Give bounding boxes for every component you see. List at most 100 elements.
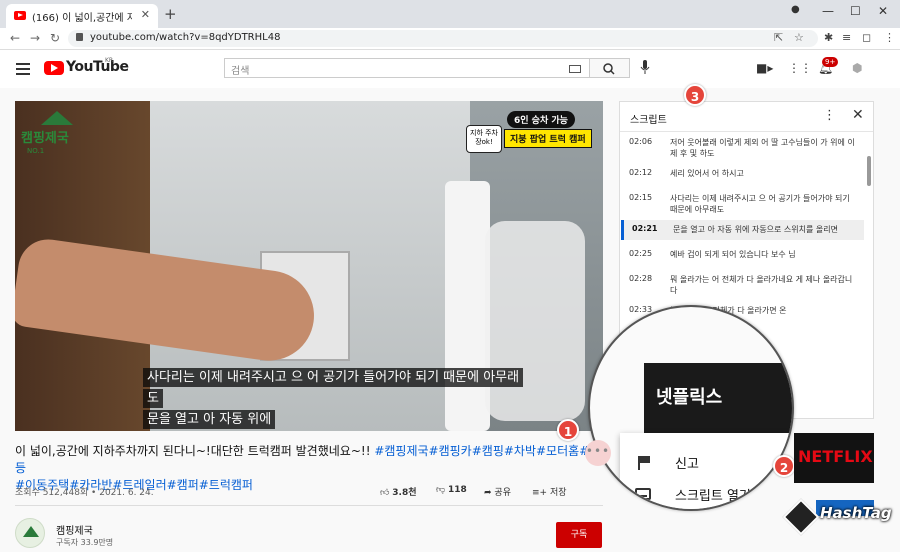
forward-button[interactable]: →	[30, 31, 40, 45]
segment-timestamp: 02:06	[629, 137, 653, 146]
segment-timestamp: 02:21	[632, 224, 658, 233]
close-window-button[interactable]: ✕	[878, 4, 888, 18]
subtitle-line: 문을 열고 아 자동 위에	[143, 410, 276, 429]
youtube-favicon-icon	[14, 11, 26, 20]
segment-text: 저어 웃어볼래 이렇게 제외 어 딸 고수님들이 가 위에 이제 후 및 하도	[670, 138, 855, 158]
callout-2: 2	[773, 455, 795, 477]
popup-camper-tag: 지붕 팝업 트럭 캠퍼	[504, 129, 592, 148]
channel-name[interactable]: 캠핑제국	[56, 522, 93, 537]
notification-count-badge: 9+	[822, 57, 839, 67]
transcript-title: 스크립트	[630, 115, 667, 126]
capacity-tag: 6인 승차 가능	[507, 111, 575, 128]
profile-dropdown-icon[interactable]: ●	[791, 4, 800, 15]
browser-tab[interactable]: (166) 이 넓이,공간에 지하주 ✕	[6, 4, 158, 28]
menu-item-open-transcript[interactable]: 스크립트 열기	[620, 479, 792, 509]
youtube-region-label: KR	[105, 57, 114, 64]
search-icon	[603, 63, 615, 75]
account-avatar-icon[interactable]: ⬢	[852, 61, 862, 75]
flag-icon	[638, 456, 650, 470]
segment-text: 예바 겁이 되게 되어 있습니다 보수 님	[670, 250, 796, 259]
bookmark-star-icon[interactable]: ☆	[794, 31, 804, 44]
tab-close-icon[interactable]: ✕	[141, 8, 150, 21]
minimize-button[interactable]: —	[822, 4, 834, 18]
profile-icon[interactable]: ◻	[862, 31, 871, 44]
callout-1: 1	[557, 419, 579, 441]
channel-watermark-logo: 캠핑제국 NO.1	[21, 111, 101, 167]
subtitle-line: 도	[143, 389, 163, 408]
youtube-logo-icon[interactable]	[44, 61, 64, 75]
reload-button[interactable]: ↻	[50, 31, 60, 45]
reading-list-icon[interactable]: ≡	[842, 31, 851, 44]
share-button[interactable]: ➦ 공유	[484, 485, 511, 498]
search-button[interactable]	[590, 58, 630, 78]
search-input[interactable]: 검색	[224, 58, 590, 78]
keyboard-icon[interactable]	[569, 65, 581, 73]
tab-title: (166) 이 넓이,공간에 지하주	[32, 13, 132, 24]
menu-item-label: 스크립트 열기	[675, 489, 751, 504]
segment-text: 문을 열고 아 자동 위에 자동으로 스위치를 올리면	[673, 225, 838, 234]
menu-item-report[interactable]: 신고	[620, 447, 792, 477]
dislike-button[interactable]: 👎︎ 118	[436, 485, 467, 495]
more-actions-menu: 신고 스크립트 열기	[620, 433, 792, 509]
share-icon: ➦	[484, 488, 492, 498]
new-tab-button[interactable]: +	[164, 5, 177, 23]
parking-tag: 지하 주차장ok!	[466, 125, 502, 153]
thumbs-down-icon: 👎︎	[436, 485, 446, 495]
zoom-magnifier: 넷플릭스 신고 스크립트 열기	[588, 305, 794, 511]
netflix-banner: 넷플릭스	[644, 363, 792, 433]
more-actions-button[interactable]: •••	[585, 440, 611, 466]
transcript-segment[interactable]: 02:21 문을 열고 아 자동 위에 자동으로 스위치를 올리면	[621, 220, 864, 240]
url-text: youtube.com/watch?v=8qdYDTRHL48	[90, 32, 281, 43]
segment-timestamp: 02:33	[629, 305, 653, 314]
share-page-icon[interactable]: ⇱	[774, 31, 783, 44]
apps-grid-icon[interactable]: ⋮⋮	[788, 61, 812, 75]
create-video-icon[interactable]: ■▸	[756, 61, 773, 75]
search-placeholder: 검색	[231, 66, 250, 77]
transcript-segment[interactable]: 02:15 사다리는 이제 내려주시고 으 어 공기가 들어가야 되기 때문에 아…	[621, 189, 864, 215]
transcript-segment[interactable]: 02:12 세리 있어서 어 하시고	[621, 164, 864, 184]
maximize-button[interactable]: ☐	[850, 4, 861, 18]
video-subtitles: 사다리는 이제 내려주시고 으 어 공기가 들어가야 되기 때문에 아무래 도 …	[143, 366, 603, 429]
transcript-segment[interactable]: 02:28 뭐 올라가는 어 전체가 다 올라가네요 게 제나 올라갑니다	[621, 270, 864, 296]
youtube-logo-text[interactable]: YouTube	[66, 59, 129, 75]
channel-subscriber-count: 구독자 33.9만명	[56, 538, 114, 547]
transcript-scrollbar[interactable]	[867, 156, 871, 186]
hashtag-logo-icon	[782, 498, 820, 536]
like-button[interactable]: 👍︎ 3.8천	[380, 485, 417, 498]
microphone-icon[interactable]	[640, 60, 650, 76]
segment-text: 세리 있어서 어 하시고	[670, 169, 744, 178]
segment-timestamp: 02:12	[629, 168, 653, 177]
transcript-segment[interactable]: 02:25 예바 겁이 되게 되어 있습니다 보수 님	[621, 245, 864, 265]
back-button[interactable]: ←	[10, 31, 20, 45]
extensions-icon[interactable]: ✱	[824, 31, 833, 44]
video-player[interactable]: 캠핑제국 NO.1 6인 승차 가능 지하 주차장ok! 지붕 팝업 트럭 캠퍼…	[15, 101, 603, 431]
transcript-segment[interactable]: 02:06 저어 웃어볼래 이렇게 제외 어 딸 고수님들이 가 위에 이제 후 …	[621, 133, 864, 159]
views-and-date: 조회수 512,448회 • 2021. 6. 24.	[15, 488, 154, 498]
segment-timestamp: 02:25	[629, 249, 653, 258]
callout-3: 3	[684, 84, 706, 106]
playlist-add-icon: ≡+	[532, 488, 548, 498]
transcript-close-icon[interactable]: ✕	[852, 107, 864, 123]
segment-timestamp: 02:15	[629, 193, 653, 202]
save-button[interactable]: ≡+ 저장	[532, 485, 567, 498]
hamburger-menu-icon[interactable]	[16, 63, 30, 78]
subtitle-line: 사다리는 이제 내려주시고 으 어 공기가 들어가야 되기 때문에 아무래	[143, 368, 524, 387]
channel-avatar[interactable]	[15, 518, 45, 548]
segment-text: 사다리는 이제 내려주시고 으 어 공기가 들어가야 되기 때문에 아무래도	[670, 194, 850, 214]
subscribe-button[interactable]: 구독	[556, 522, 602, 548]
netflix-ad[interactable]: NETFLIX	[794, 433, 874, 483]
menu-dots-icon[interactable]: ⋮	[884, 31, 895, 44]
transcript-header: 스크립트 ⋮ ✕	[620, 102, 873, 132]
segment-timestamp: 02:28	[629, 274, 653, 283]
url-field[interactable]: youtube.com/watch?v=8qdYDTRHL48 ⇱ ☆	[68, 30, 818, 47]
lock-icon	[76, 33, 83, 41]
thumbs-up-icon: 👍︎	[380, 488, 390, 498]
segment-text: 뭐 올라가는 어 전체가 다 올라가네요 게 제나 올라갑니다	[670, 275, 853, 295]
browser-tab-bar: (166) 이 넓이,공간에 지하주 ✕ + ● — ☐ ✕	[0, 0, 900, 28]
transcript-icon	[635, 488, 651, 500]
menu-item-label: 신고	[675, 457, 699, 472]
youtube-header: YouTube KR 검색 ■▸ ⋮⋮ 🔔︎ 9+ ⬢	[0, 50, 900, 88]
hashtag-watermark: HashTag	[782, 498, 894, 540]
address-bar-row: ← → ↻ youtube.com/watch?v=8qdYDTRHL48 ⇱ …	[0, 28, 900, 50]
transcript-more-icon[interactable]: ⋮	[823, 108, 836, 123]
